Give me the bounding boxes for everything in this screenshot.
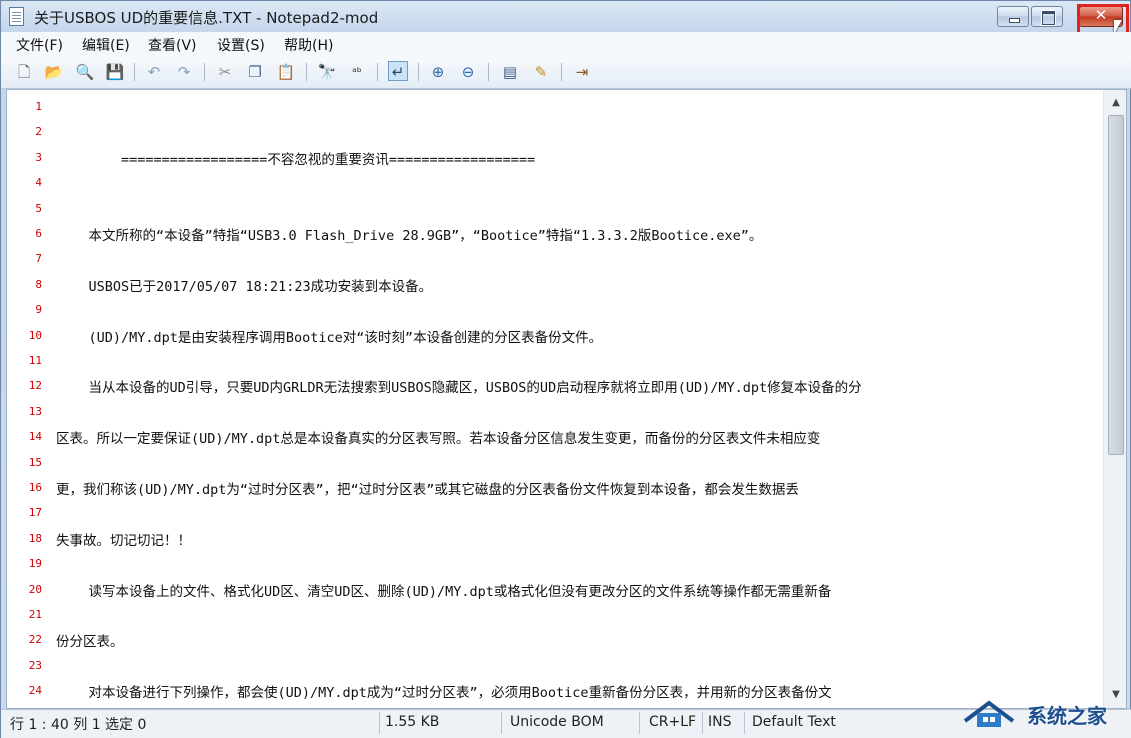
cut-icon[interactable]: ✂ bbox=[215, 62, 235, 82]
toolbar: 🗋 📂 🔍 💾 ↶ ↷ ✂ ❐ 📋 🔭 ᵃᵇ ↵ ⊕ ⊖ ▤ ✎ ⇥ bbox=[1, 55, 1131, 89]
menu-file[interactable]: 文件(F) bbox=[16, 35, 63, 55]
line-number: 4 bbox=[35, 176, 42, 190]
line-number: 14 bbox=[28, 430, 42, 444]
text-line[interactable]: 本文所称的“本设备”特指“USB3.0 Flash_Drive 28.9GB”，… bbox=[56, 224, 763, 244]
find-icon[interactable]: 🔭 bbox=[317, 62, 337, 82]
text-line[interactable]: 份分区表。 bbox=[56, 630, 124, 650]
status-file-size: 1.55 KB bbox=[385, 714, 440, 730]
word-wrap-icon[interactable]: ↵ bbox=[388, 61, 408, 81]
line-number: 13 bbox=[28, 404, 42, 418]
line-number: 9 bbox=[35, 303, 42, 317]
menu-help[interactable]: 帮助(H) bbox=[284, 35, 333, 55]
text-line[interactable]: 读写本设备上的文件、格式化UD区、清空UD区、删除(UD)/MY.dpt或格式化… bbox=[56, 580, 832, 600]
line-number: 2 bbox=[35, 125, 42, 139]
notepad-app-icon[interactable] bbox=[9, 7, 24, 26]
menu-settings[interactable]: 设置(S) bbox=[217, 35, 265, 55]
status-separator bbox=[639, 712, 640, 734]
watermark: 系统之家 bbox=[957, 693, 1129, 733]
text-line[interactable]: USBOS已于2017/05/07 18:21:23成功安装到本设备。 bbox=[56, 275, 433, 295]
menu-bar: 文件(F) 编辑(E) 查看(V) 设置(S) 帮助(H) bbox=[1, 32, 1131, 55]
status-insert-mode[interactable]: INS bbox=[708, 714, 732, 730]
watermark-logo-icon bbox=[963, 700, 1015, 727]
text-line[interactable]: 对本设备进行下列操作，都会使(UD)/MY.dpt成为“过时分区表”，必须用Bo… bbox=[56, 681, 832, 701]
scrollbar-thumb[interactable] bbox=[1108, 115, 1124, 455]
status-separator bbox=[501, 712, 502, 734]
text-line[interactable]: ==================不容忽视的重要资讯=============… bbox=[56, 148, 535, 168]
redo-icon[interactable]: ↷ bbox=[174, 62, 194, 82]
toolbar-separator bbox=[561, 63, 562, 81]
line-number: 18 bbox=[28, 531, 42, 545]
menu-view[interactable]: 查看(V) bbox=[148, 35, 197, 55]
toolbar-separator bbox=[306, 63, 307, 81]
window-title: 关于USBOS UD的重要信息.TXT - Notepad2-mod bbox=[34, 9, 379, 27]
notepad-window: 关于USBOS UD的重要信息.TXT - Notepad2-mod ✕ 文件(… bbox=[0, 0, 1131, 738]
line-number: 5 bbox=[35, 201, 42, 215]
undo-icon[interactable]: ↶ bbox=[144, 62, 164, 82]
line-number: 6 bbox=[35, 227, 42, 240]
line-number: 23 bbox=[28, 658, 42, 672]
scheme-icon[interactable]: ▤ bbox=[500, 62, 520, 82]
new-file-icon[interactable]: 🗋 bbox=[14, 62, 34, 82]
line-number: 21 bbox=[28, 608, 42, 621]
line-number: 1 bbox=[35, 100, 42, 113]
toolbar-separator bbox=[377, 63, 378, 81]
line-number: 8 bbox=[35, 277, 42, 291]
text-editor[interactable]: 1 2 3 4 5 6 7 8 9 10 11 12 13 14 15 16 17 18 19 20 21 22 23 24 … bbox=[6, 89, 1127, 709]
status-separator bbox=[744, 712, 745, 734]
line-number: 20 bbox=[28, 582, 42, 596]
line-number: 16 bbox=[28, 481, 42, 494]
replace-icon[interactable]: ᵃᵇ bbox=[347, 62, 367, 82]
line-number: 17 bbox=[28, 506, 42, 520]
line-number: 15 bbox=[28, 455, 42, 469]
zoom-in-icon[interactable]: ⊕ bbox=[428, 62, 448, 82]
line-number: 3 bbox=[35, 150, 42, 164]
menu-edit[interactable]: 编辑(E) bbox=[82, 35, 130, 55]
status-position: 行 1 : 40 列 1 选定 0 bbox=[10, 717, 147, 733]
exit-icon[interactable]: ⇥ bbox=[572, 62, 592, 82]
text-line[interactable]: 区表。所以一定要保证(UD)/MY.dpt总是本设备真实的分区表写照。若本设备分… bbox=[56, 427, 820, 447]
vertical-scrollbar[interactable]: ▲ ▼ bbox=[1103, 90, 1126, 708]
status-encoding[interactable]: Unicode BOM bbox=[510, 714, 604, 730]
text-line[interactable]: 失事故。切记切记！！ bbox=[56, 529, 191, 549]
line-number: 12 bbox=[28, 379, 42, 393]
open-folder-icon[interactable]: 📂 bbox=[44, 62, 64, 82]
line-number: 24 bbox=[28, 684, 42, 698]
status-line-ending[interactable]: CR+LF bbox=[649, 714, 696, 730]
toolbar-separator bbox=[418, 63, 419, 81]
line-number: 19 bbox=[28, 557, 42, 571]
status-separator bbox=[702, 712, 703, 734]
minimize-button[interactable] bbox=[997, 6, 1029, 27]
status-separator bbox=[379, 712, 380, 734]
text-line[interactable]: 更，我们称该(UD)/MY.dpt为“过时分区表”，把“过时分区表”或其它磁盘的… bbox=[56, 478, 799, 498]
status-scheme[interactable]: Default Text bbox=[752, 714, 836, 730]
zoom-out-icon[interactable]: ⊖ bbox=[458, 62, 478, 82]
browse-icon[interactable]: 🔍 bbox=[75, 62, 95, 82]
maximize-button[interactable] bbox=[1031, 6, 1063, 27]
line-number-gutter: 1 2 3 4 5 6 7 8 9 10 11 12 13 14 15 16 17 18 19 20 21 22 23 24 bbox=[7, 90, 50, 708]
line-number: 10 bbox=[28, 328, 42, 342]
customize-icon[interactable]: ✎ bbox=[531, 62, 551, 82]
line-number: 7 bbox=[35, 252, 42, 266]
text-line[interactable]: (UD)/MY.dpt是由安装程序调用Bootice对“该时刻”本设备创建的分区… bbox=[56, 326, 603, 346]
save-icon[interactable]: 💾 bbox=[105, 62, 125, 82]
text-line[interactable]: 当从本设备的UD引导，只要UD内GRLDR无法搜索到USBOS隐藏区，USBOS… bbox=[56, 376, 862, 396]
paste-icon[interactable]: 📋 bbox=[276, 62, 296, 82]
toolbar-separator bbox=[488, 63, 489, 81]
title-bar[interactable]: 关于USBOS UD的重要信息.TXT - Notepad2-mod ✕ bbox=[1, 1, 1131, 46]
scroll-up-icon[interactable]: ▲ bbox=[1108, 94, 1124, 111]
line-number: 22 bbox=[28, 633, 42, 647]
toolbar-separator bbox=[204, 63, 205, 81]
watermark-text: 系统之家 bbox=[1027, 704, 1107, 728]
toolbar-separator bbox=[134, 63, 135, 81]
line-number: 11 bbox=[28, 354, 42, 367]
copy-icon[interactable]: ❐ bbox=[245, 62, 265, 82]
